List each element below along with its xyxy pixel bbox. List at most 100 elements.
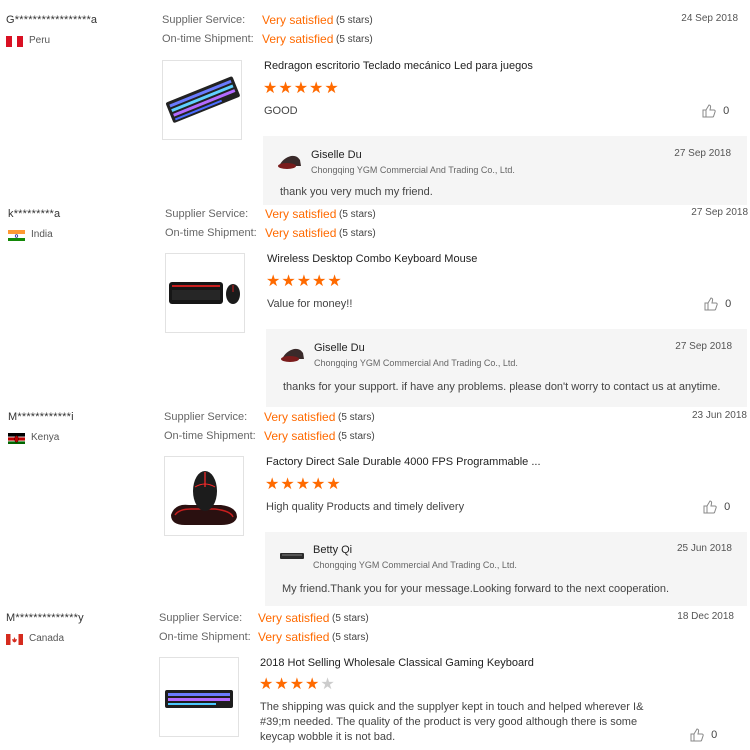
review-card: G*****************a Peru Supplier Servic… <box>0 0 750 205</box>
product-thumbnail[interactable] <box>164 456 244 536</box>
product-thumbnail[interactable] <box>162 60 242 140</box>
star-icon: ★ <box>295 476 312 493</box>
star-icon: ★ <box>281 273 297 290</box>
rating-stars: ★★★★★ <box>266 274 343 290</box>
supplier-reply: Giselle Du Chongqing YGM Commercial And … <box>266 329 747 407</box>
product-thumbnail[interactable] <box>165 253 245 333</box>
review-comment-line: The shipping was quick and the supplyer … <box>260 701 644 713</box>
rating-stars: ★★★★★ <box>265 477 342 493</box>
reply-text: thank you very much my friend. <box>280 186 433 198</box>
ontime-shipment-value: Very satisfied <box>262 32 334 46</box>
review-date: 23 Jun 2018 <box>691 410 747 421</box>
ontime-shipment-label: On-time Shipment: <box>165 227 257 239</box>
star-icon: ★ <box>289 676 306 693</box>
thumbs-up-icon <box>704 297 718 311</box>
star-icon: ★ <box>280 476 296 493</box>
rating-stars: ★★★★★ <box>263 81 340 97</box>
star-icon: ★ <box>263 80 279 97</box>
keyboard-image <box>166 76 240 123</box>
supplier-service-label: Supplier Service: <box>164 411 248 423</box>
buyer-name: G*****************a <box>6 14 98 26</box>
supplier-service-value: Very satisfied <box>258 611 330 625</box>
reply-company: Chongqing YGM Commercial And Trading Co.… <box>313 560 517 570</box>
supplier-service-label: Supplier Service: <box>165 208 249 220</box>
country-name: Peru <box>29 35 51 46</box>
reply-company: Chongqing YGM Commercial And Trading Co.… <box>311 165 515 175</box>
supplier-service-stars: (5 stars) <box>336 15 373 26</box>
like-count: 0 <box>725 297 732 310</box>
thumbs-up-icon <box>703 500 717 514</box>
star-icon: ★ <box>259 676 275 693</box>
country-name: Kenya <box>31 432 60 443</box>
canada-flag-icon <box>6 633 23 645</box>
reply-date: 27 Sep 2018 <box>674 148 731 159</box>
product-title-link[interactable]: Factory Direct Sale Durable 4000 FPS Pro… <box>266 456 541 468</box>
avatar <box>277 148 303 170</box>
keyboard-mouse-image <box>169 282 240 304</box>
keyboard-image <box>165 690 233 708</box>
avatar <box>280 341 306 363</box>
review-card: M**************y Canada Supplier Service… <box>0 606 750 750</box>
product-thumbnail[interactable] <box>159 657 239 737</box>
star-empty-icon: ★ <box>320 676 336 693</box>
supplier-service-value: Very satisfied <box>265 207 337 221</box>
supplier-service-label: Supplier Service: <box>159 612 243 624</box>
buyer-name: M**************y <box>6 612 84 624</box>
supplier-service-stars: (5 stars) <box>338 412 375 423</box>
like-button[interactable]: 0 <box>702 104 729 118</box>
review-comment: The shipping was quick and the supplyer … <box>260 700 660 745</box>
reply-date: 27 Sep 2018 <box>675 341 732 352</box>
ontime-shipment-stars: (5 stars) <box>338 431 375 442</box>
avatar <box>279 544 305 566</box>
supplier-reply: Betty Qi Chongqing YGM Commercial And Tr… <box>265 532 747 606</box>
star-icon: ★ <box>309 80 325 97</box>
product-title-link[interactable]: Redragon escritorio Teclado mecánico Led… <box>264 60 533 72</box>
india-flag-icon <box>8 229 25 241</box>
gaming-mouse-image <box>171 471 237 525</box>
country-name: Canada <box>29 633 65 644</box>
star-icon: ★ <box>327 273 343 290</box>
star-icon: ★ <box>274 676 290 693</box>
product-title-link[interactable]: 2018 Hot Selling Wholesale Classical Gam… <box>260 657 534 669</box>
supplier-service-stars: (5 stars) <box>332 613 369 624</box>
ontime-shipment-stars: (5 stars) <box>332 632 369 643</box>
star-icon: ★ <box>324 80 340 97</box>
buyer-name: M************i <box>8 411 74 423</box>
product-title-link[interactable]: Wireless Desktop Combo Keyboard Mouse <box>267 253 477 265</box>
thumbs-up-icon <box>702 104 716 118</box>
reply-author: Betty Qi <box>313 544 353 556</box>
like-button[interactable]: 0 <box>704 297 731 311</box>
review-comment-line: #39;m needed. The quality of the product… <box>260 716 638 728</box>
star-icon: ★ <box>305 676 321 693</box>
reply-company: Chongqing YGM Commercial And Trading Co.… <box>314 358 518 368</box>
star-icon: ★ <box>326 476 342 493</box>
like-count: 0 <box>711 728 718 741</box>
thumbs-up-icon <box>690 728 704 742</box>
star-icon: ★ <box>311 476 327 493</box>
supplier-service-value: Very satisfied <box>264 410 336 424</box>
ontime-shipment-label: On-time Shipment: <box>159 631 251 643</box>
supplier-service-stars: (5 stars) <box>339 209 376 220</box>
star-icon: ★ <box>278 80 294 97</box>
review-date: 27 Sep 2018 <box>691 207 748 218</box>
like-button[interactable]: 0 <box>690 728 717 742</box>
star-icon: ★ <box>265 476 281 493</box>
supplier-service-value: Very satisfied <box>262 13 334 27</box>
supplier-reply: Giselle Du Chongqing YGM Commercial And … <box>263 136 747 205</box>
ontime-shipment-value: Very satisfied <box>265 226 337 240</box>
like-count: 0 <box>723 104 730 117</box>
review-comment: High quality Products and timely deliver… <box>266 501 465 513</box>
reply-date: 25 Jun 2018 <box>676 543 732 554</box>
review-date: 24 Sep 2018 <box>681 13 738 24</box>
reply-author: Giselle Du <box>311 149 362 161</box>
ontime-shipment-stars: (5 stars) <box>339 228 376 239</box>
star-icon: ★ <box>312 273 328 290</box>
review-comment: Value for money!! <box>267 298 353 310</box>
review-date: 18 Dec 2018 <box>677 611 734 622</box>
supplier-service-label: Supplier Service: <box>162 14 246 26</box>
ontime-shipment-stars: (5 stars) <box>336 34 373 45</box>
like-button[interactable]: 0 <box>703 500 730 514</box>
reply-text: thanks for your support. if have any pro… <box>283 381 721 393</box>
country-name: India <box>31 229 53 240</box>
reply-author: Giselle Du <box>314 342 365 354</box>
